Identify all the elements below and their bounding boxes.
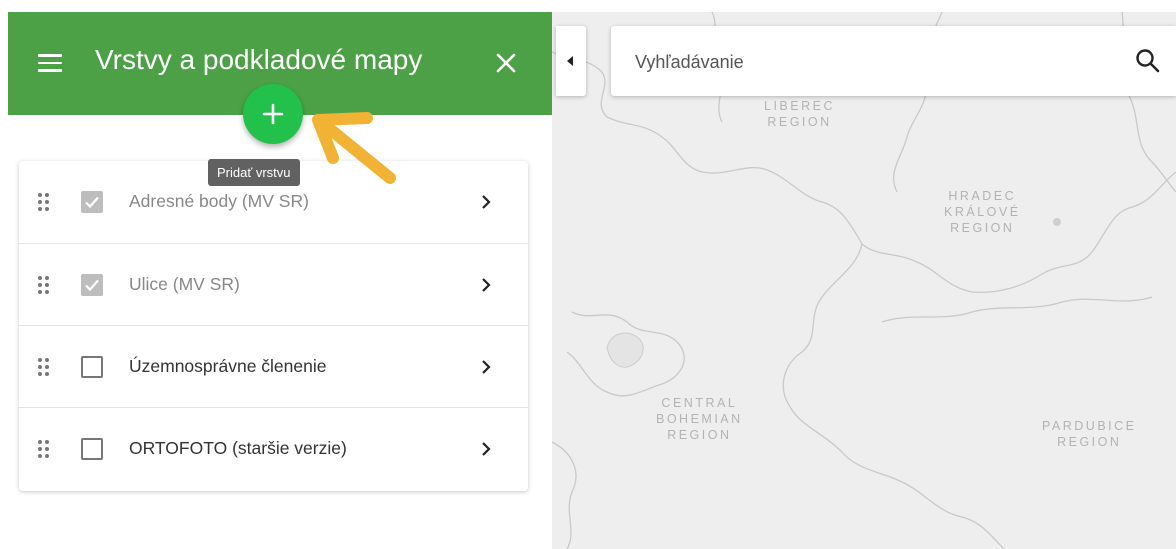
layer-row[interactable]: Ulice (MV SR) xyxy=(19,243,528,326)
search-box xyxy=(611,26,1176,96)
search-input[interactable] xyxy=(633,48,1107,76)
layer-checkbox[interactable] xyxy=(81,274,103,296)
drag-handle-icon[interactable] xyxy=(38,276,50,294)
add-layer-tooltip: Pridať vrstvu xyxy=(208,159,300,186)
menu-icon[interactable] xyxy=(38,52,64,74)
drag-handle-icon[interactable] xyxy=(38,440,50,458)
layer-checkbox[interactable] xyxy=(81,356,103,378)
check-icon xyxy=(85,279,99,292)
add-layer-button[interactable] xyxy=(243,84,303,144)
chevron-right-icon[interactable] xyxy=(479,357,493,377)
layer-checkbox[interactable] xyxy=(81,438,103,460)
region-label-liberec: LIBEREC REGION xyxy=(764,99,835,129)
collapse-panel-button[interactable] xyxy=(556,26,586,96)
panel-title: Vrstvy a podkladové mapy xyxy=(95,44,423,75)
layer-row[interactable]: ORTOFOTO (staršie verzie) xyxy=(19,407,528,490)
chevron-left-icon xyxy=(567,56,573,66)
drag-handle-icon[interactable] xyxy=(38,193,50,211)
layer-row[interactable]: Územnosprávne členenie xyxy=(19,325,528,408)
check-icon xyxy=(85,196,99,209)
plus-icon xyxy=(262,103,284,125)
search-icon[interactable] xyxy=(1134,47,1162,75)
drag-handle-icon[interactable] xyxy=(38,358,50,376)
layer-label: Ulice (MV SR) xyxy=(129,274,240,294)
region-label-hradec-kralove: HRADEC KRÁLOVÉ REGION xyxy=(944,189,1021,235)
chevron-right-icon[interactable] xyxy=(479,439,493,459)
region-label-central-bohemian: CENTRAL BOHEMIAN REGION xyxy=(656,396,743,442)
layer-label: Územnosprávne členenie xyxy=(129,356,327,376)
layer-label: ORTOFOTO (staršie verzie) xyxy=(129,438,347,458)
region-label-pardubice: PARDUBICE REGION xyxy=(1042,419,1137,449)
chevron-right-icon[interactable] xyxy=(479,192,493,212)
layer-label: Adresné body (MV SR) xyxy=(129,191,309,211)
chevron-right-icon[interactable] xyxy=(479,275,493,295)
layers-list: Adresné body (MV SR) Ulice (MV SR) Územn… xyxy=(19,161,528,491)
layer-checkbox[interactable] xyxy=(81,191,103,213)
close-icon[interactable] xyxy=(493,50,519,76)
